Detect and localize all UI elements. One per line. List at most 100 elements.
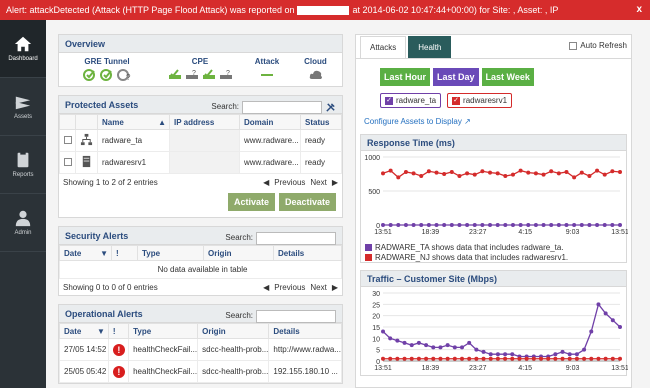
next-link[interactable]: Next: [310, 178, 326, 187]
alert-bar: Alert: attackDetected (Attack (HTTP Page…: [0, 0, 650, 20]
data-point: [457, 223, 462, 227]
data-point: [579, 223, 584, 227]
col-header-origin[interactable]: Origin: [197, 323, 270, 339]
sidebar-item-reports[interactable]: Reports: [0, 136, 46, 194]
svg-text:?: ?: [126, 73, 131, 81]
overview-col-cpe: CPE: [191, 57, 209, 66]
col-header-details[interactable]: Details: [268, 323, 342, 339]
data-point: [603, 311, 608, 316]
data-point: [582, 347, 587, 352]
data-point: [388, 356, 393, 361]
prev-link[interactable]: Previous: [274, 283, 305, 292]
data-point: [560, 356, 565, 361]
col-header-type[interactable]: Type: [137, 245, 204, 261]
operational-search-input[interactable]: [256, 309, 336, 323]
data-point: [549, 169, 554, 174]
legend-swatch-ta: [365, 243, 372, 251]
asset-toggle-radwaresrv1[interactable]: ✓ radwaresrv1: [447, 93, 513, 108]
col-header-ip[interactable]: IP address: [169, 114, 240, 130]
prev-link[interactable]: Previous: [274, 178, 305, 187]
tools-icon[interactable]: [325, 102, 336, 113]
assets-table-info: Showing 1 to 2 of 2 entries: [63, 177, 158, 187]
prev-arrow-icon[interactable]: ◀: [263, 283, 269, 292]
data-point: [409, 343, 414, 348]
data-point: [541, 172, 546, 177]
data-point: [503, 356, 508, 361]
data-point: [618, 223, 622, 227]
table-row[interactable]: 25/05 05:42 ! healthCheckFail... sdcc-he…: [59, 360, 342, 383]
last-hour-button[interactable]: Last Hour: [380, 68, 431, 86]
external-link-icon[interactable]: ↗: [464, 117, 471, 126]
right-panel: Attacks Health Auto Refresh Last Hour La…: [355, 34, 632, 388]
activate-button[interactable]: Activate: [227, 193, 275, 211]
col-header-type[interactable]: Type: [128, 323, 199, 339]
col-header-date[interactable]: Date ▼: [59, 245, 112, 261]
y-tick-label: 15: [372, 325, 380, 332]
cloud-icon: [309, 70, 322, 79]
data-point: [465, 223, 470, 227]
overview-title: Overview: [59, 35, 342, 53]
data-point: [416, 340, 421, 345]
row-checkbox[interactable]: [64, 135, 72, 144]
reports-icon: [17, 151, 29, 168]
asset-toggle-radware-ta[interactable]: ✓ radware_ta: [380, 93, 442, 108]
sidebar-item-admin[interactable]: Admin: [0, 194, 46, 252]
last-day-button[interactable]: Last Day: [433, 68, 479, 86]
assets-search-input[interactable]: [242, 100, 322, 114]
data-point: [395, 356, 400, 361]
col-header-name[interactable]: Name ▲: [97, 114, 170, 130]
col-header-origin[interactable]: Origin: [203, 245, 274, 261]
data-point: [564, 223, 569, 227]
sidebar-item-label: Dashboard: [8, 56, 38, 62]
operational-alerts-title: Operational Alerts: [65, 309, 143, 319]
sidebar-item-assets[interactable]: Assets: [0, 78, 46, 136]
next-arrow-icon[interactable]: ▶: [332, 283, 338, 292]
search-label: Search:: [225, 311, 253, 320]
search-label: Search:: [225, 233, 253, 242]
security-alerts-title: Security Alerts: [65, 231, 129, 241]
next-link[interactable]: Next: [310, 283, 326, 292]
data-point: [488, 356, 493, 361]
col-header-domain[interactable]: Domain: [239, 114, 301, 130]
row-checkbox[interactable]: [64, 157, 72, 166]
col-header-status[interactable]: Status: [300, 114, 342, 130]
data-point: [610, 223, 615, 227]
tab-health[interactable]: Health: [408, 36, 452, 58]
response-time-chart-panel: Response Time (ms) 0 500 1000 13:51 18:39 23:…: [360, 134, 629, 263]
prev-arrow-icon[interactable]: ◀: [263, 178, 269, 187]
configure-assets-link[interactable]: Configure Assets to Display: [364, 117, 462, 126]
alert-origin: sdcc-health-prob...: [197, 360, 270, 383]
next-arrow-icon[interactable]: ▶: [332, 178, 338, 187]
col-header-severity[interactable]: !: [107, 323, 130, 339]
data-point: [510, 172, 515, 177]
data-point: [442, 223, 447, 227]
data-point: [602, 172, 607, 177]
table-row[interactable]: radware_ta www.radware... ready: [59, 129, 342, 152]
table-row[interactable]: radwaresrv1 www.radware... ready: [59, 151, 342, 174]
asset-ip: [169, 129, 240, 152]
table-row[interactable]: 27/05 14:52 ! healthCheckFail... sdcc-he…: [59, 338, 342, 361]
col-header-severity[interactable]: !: [111, 245, 138, 261]
data-point: [474, 347, 479, 352]
operational-alerts-table: Date ▼ ! Type Origin Details 27/05 14:52…: [59, 323, 342, 383]
data-point: [518, 223, 523, 227]
sidebar-item-dashboard[interactable]: Dashboard: [0, 20, 46, 78]
cpe-unknown-icon: ?: [219, 70, 232, 79]
deactivate-button[interactable]: Deactivate: [278, 193, 336, 211]
auto-refresh-checkbox[interactable]: [569, 41, 578, 50]
data-point: [488, 223, 493, 227]
alert-close-button[interactable]: x: [636, 0, 642, 20]
security-search-input[interactable]: [256, 231, 336, 245]
alert-text-suffix: at 2014-06-02 10:47:44+00:00) for Site: …: [352, 5, 559, 15]
last-week-button[interactable]: Last Week: [481, 68, 534, 86]
col-header-date[interactable]: Date ▼: [59, 323, 109, 339]
data-point: [438, 356, 443, 361]
data-point: [445, 356, 450, 361]
data-point: [424, 356, 429, 361]
alert-type: healthCheckFail...: [128, 338, 199, 361]
col-header-details[interactable]: Details: [273, 245, 342, 261]
data-point: [457, 174, 462, 179]
x-tick-label: 9:03: [566, 229, 580, 236]
legend-swatch-nj: [365, 253, 372, 261]
tab-attacks[interactable]: Attacks: [360, 36, 407, 58]
